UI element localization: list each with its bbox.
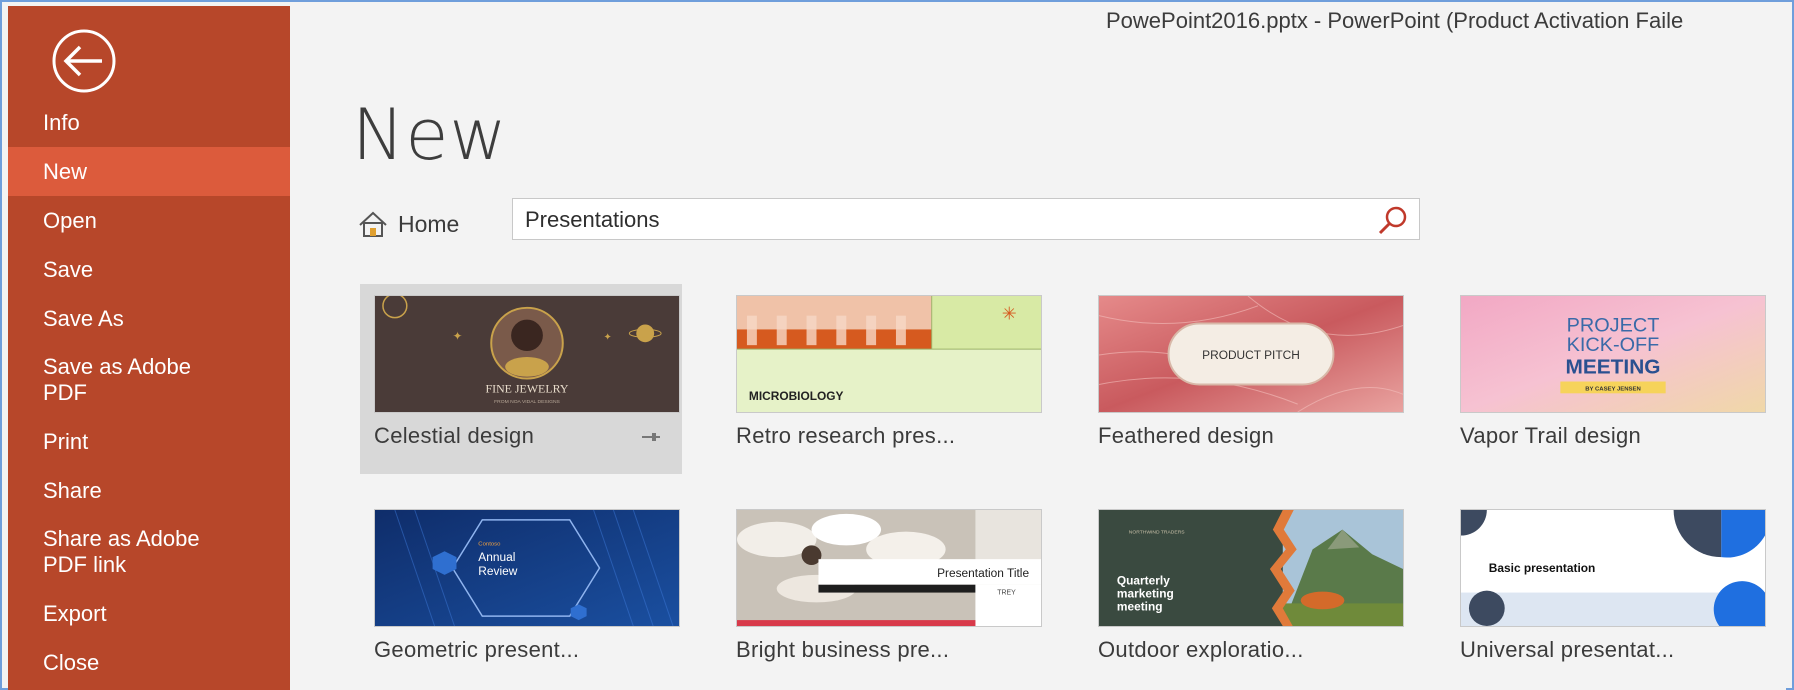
thumb-title: PRODUCT PITCH (1202, 348, 1300, 362)
thumb-title: Presentation Title (937, 566, 1029, 580)
thumb-title-3: MEETING (1565, 356, 1660, 379)
template-label: Retro research pres... (736, 423, 956, 448)
svg-text:✳: ✳ (1002, 304, 1017, 324)
template-label: Outdoor exploratio... (1098, 637, 1304, 662)
template-tile-bright-business[interactable]: Presentation Title TREY Bright business … (722, 498, 1044, 688)
template-thumbnail: Presentation Title TREY (736, 509, 1042, 627)
template-label: Bright business pre... (736, 637, 950, 662)
template-tile-universal[interactable]: Basic presentation Universal presentat..… (1446, 498, 1768, 688)
thumb-title-1: Annual (478, 550, 515, 564)
thumb-subtitle: TREY (997, 590, 1016, 597)
nav-info[interactable]: Info (8, 98, 290, 147)
thumb-brand: Contoso (478, 541, 501, 547)
nav-open[interactable]: Open (8, 196, 290, 245)
nav-save[interactable]: Save (8, 245, 290, 294)
nav-new[interactable]: New (8, 147, 290, 196)
template-tile-retro-research[interactable]: ✳ MICROBIOLOGY Retro research pres... (722, 284, 1044, 474)
nav-share[interactable]: Share (8, 466, 290, 515)
nav-close[interactable]: Close (8, 638, 290, 687)
template-tile-geometric[interactable]: Contoso Annual Review Geometric present.… (360, 498, 682, 688)
svg-text:✦: ✦ (452, 329, 462, 343)
thumb-title: Basic presentation (1489, 561, 1596, 575)
nav-save-as[interactable]: Save As (8, 294, 290, 343)
nav-share-as-adobe-pdf-link[interactable]: Share as Adobe PDF link (8, 515, 290, 589)
thumb-title-2: KICK-OFF (1567, 334, 1660, 356)
thumb-title: MICROBIOLOGY (749, 389, 844, 403)
home-link[interactable]: Home (358, 202, 459, 246)
thumb-title: FINE JEWELRY (485, 381, 568, 395)
thumb-brand: NORTHWIND TRADERS (1129, 530, 1186, 536)
template-thumbnail: Contoso Annual Review (374, 509, 680, 627)
pin-icon[interactable] (640, 428, 662, 446)
window-title: PowePoint2016.pptx - PowerPoint (Product… (1106, 8, 1684, 33)
backstage-nav: Info New Open Save Save As Save as Adobe… (8, 98, 290, 687)
back-button[interactable] (44, 28, 124, 94)
search-icon[interactable] (1377, 204, 1409, 236)
template-thumbnail: Basic presentation (1460, 509, 1766, 627)
template-thumbnail: PROJECT KICK-OFF MEETING BY CASEY JENSEN (1460, 295, 1766, 413)
thumb-title-3: meeting (1117, 599, 1163, 613)
template-thumbnail: PRODUCT PITCH (1098, 295, 1404, 413)
search-box (512, 198, 1420, 241)
template-thumbnail: ✳ MICROBIOLOGY (736, 295, 1042, 413)
template-tile-feathered[interactable]: PRODUCT PITCH Feathered design (1084, 284, 1406, 474)
template-label: Celestial design (374, 423, 535, 448)
thumb-subtitle: FROM NOA VIDAL DESIGNS (494, 399, 560, 405)
page-title: New (352, 94, 508, 176)
svg-text:✦: ✦ (603, 332, 611, 343)
nav-save-as-adobe-pdf[interactable]: Save as Adobe PDF (8, 343, 290, 417)
main-pane: PowePoint2016.pptx - PowerPoint (Product… (290, 6, 1786, 690)
template-label: Universal presentat... (1460, 637, 1675, 662)
template-tile-outdoor-exploration[interactable]: NORTHWIND TRADERS Quarterly marketing me… (1084, 498, 1406, 688)
template-tile-celestial[interactable]: ✦ ✦ FINE JEWELRY FROM NOA VIDAL DESIGNS … (360, 284, 682, 474)
thumb-title-2: Review (478, 564, 517, 578)
template-label: Geometric present... (374, 637, 580, 662)
backstage-sidebar: Info New Open Save Save As Save as Adobe… (8, 6, 290, 690)
template-thumbnail: ✦ ✦ FINE JEWELRY FROM NOA VIDAL DESIGNS (374, 295, 680, 413)
thumb-subtitle: BY CASEY JENSEN (1585, 386, 1641, 392)
back-arrow-icon (52, 29, 116, 93)
nav-print[interactable]: Print (8, 417, 290, 466)
template-thumbnail: NORTHWIND TRADERS Quarterly marketing me… (1098, 509, 1404, 627)
thumb-title-1: PROJECT (1567, 314, 1660, 336)
template-label: Feathered design (1098, 423, 1275, 448)
template-tile-vapor-trail[interactable]: PROJECT KICK-OFF MEETING BY CASEY JENSEN… (1446, 284, 1768, 474)
template-label: Vapor Trail design (1460, 423, 1642, 448)
search-input[interactable] (513, 199, 1377, 241)
home-label: Home (398, 210, 460, 237)
home-icon (359, 211, 387, 237)
nav-export[interactable]: Export (8, 589, 290, 638)
